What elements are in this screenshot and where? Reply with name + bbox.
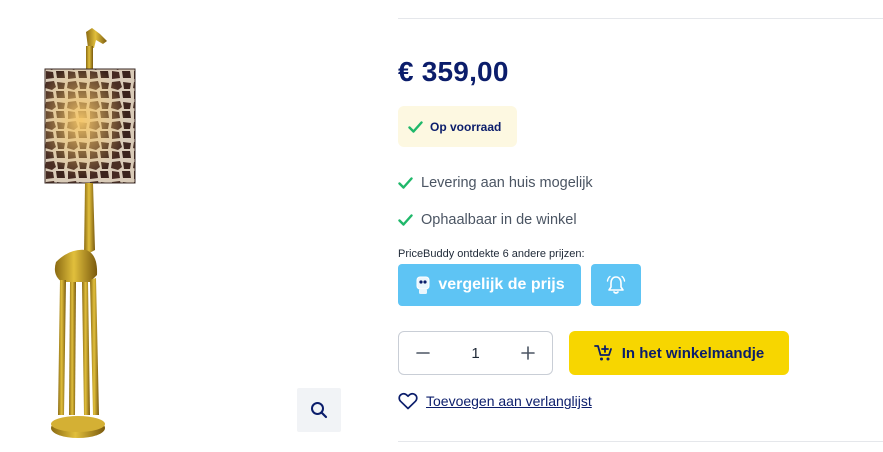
add-to-wishlist-link[interactable]: Toevoegen aan verlanglijst	[398, 392, 592, 410]
decrease-quantity-button[interactable]	[413, 343, 433, 363]
increase-quantity-button[interactable]	[518, 343, 538, 363]
stock-label: Op voorraad	[430, 119, 502, 134]
search-icon	[311, 402, 328, 419]
divider	[398, 18, 883, 19]
wishlist-label: Toevoegen aan verlanglijst	[426, 393, 592, 409]
divider	[398, 441, 883, 442]
price-alert-button[interactable]	[591, 264, 641, 306]
minus-icon	[416, 352, 430, 354]
pricebuddy-mascot-icon	[416, 276, 430, 294]
check-icon	[398, 177, 413, 189]
add-to-cart-button[interactable]: In het winkelmandje	[569, 331, 789, 375]
check-icon	[408, 120, 423, 133]
product-image-area	[0, 0, 360, 452]
zoom-button[interactable]	[297, 388, 341, 432]
pricebuddy-text: PriceBuddy ontdekte 6 andere prijzen:	[398, 248, 585, 260]
feature-label: Levering aan huis mogelijk	[421, 175, 593, 191]
compare-price-label: vergelijk de prijs	[438, 276, 565, 293]
quantity-stepper: 1	[398, 331, 553, 375]
heart-icon	[398, 393, 418, 410]
quantity-value[interactable]: 1	[471, 345, 479, 362]
compare-price-button[interactable]: vergelijk de prijs	[398, 264, 581, 306]
feature-label: Ophaalbaar in de winkel	[421, 212, 577, 228]
stock-badge: Op voorraad	[398, 106, 517, 147]
feature-home-delivery: Levering aan huis mogelijk	[398, 175, 593, 191]
check-icon	[398, 214, 413, 226]
cart-add-icon	[593, 345, 612, 361]
add-to-cart-label: In het winkelmandje	[621, 344, 765, 362]
bell-icon	[606, 275, 626, 294]
product-price: € 359,00	[398, 56, 509, 87]
plus-icon	[521, 346, 535, 360]
product-image[interactable]	[0, 0, 360, 452]
feature-store-pickup: Ophaalbaar in de winkel	[398, 212, 577, 228]
